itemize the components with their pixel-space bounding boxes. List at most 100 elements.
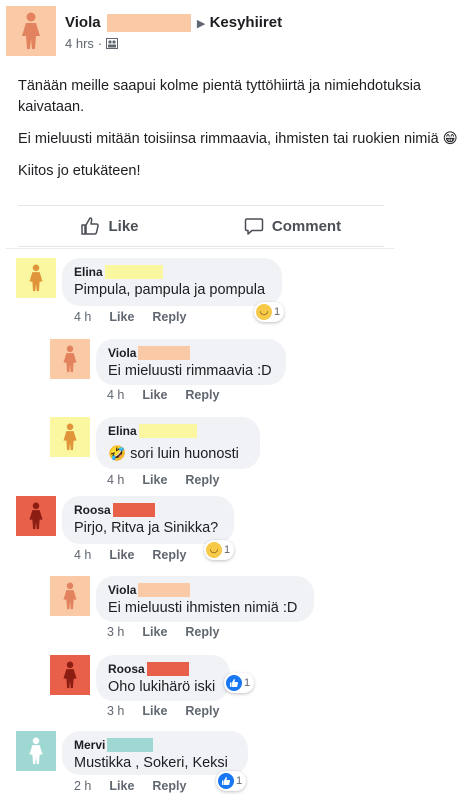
like-button[interactable]: Like bbox=[18, 206, 201, 246]
comment-reply-button[interactable]: Reply bbox=[152, 548, 186, 562]
comment-like-button[interactable]: Like bbox=[142, 473, 167, 487]
comment-reply: Viola Ei mieluusti ihmisten nimiä :D 3 h… bbox=[50, 576, 450, 642]
comment: Mervi Mustikka , Sokeri, Keksi 2 h Like … bbox=[16, 731, 456, 797]
poster-name-line: Viola ▶ Kesyhiiret bbox=[65, 14, 283, 33]
comment-reply-button[interactable]: Reply bbox=[152, 310, 186, 324]
commenter-name[interactable]: Viola bbox=[108, 583, 136, 597]
reaction-count: 1 bbox=[274, 306, 281, 318]
reaction-badge[interactable]: 1 bbox=[224, 673, 255, 693]
comment-time[interactable]: 4 h bbox=[74, 548, 91, 562]
commenter-avatar[interactable] bbox=[50, 339, 90, 379]
comment-bubble: Mervi Mustikka , Sokeri, Keksi bbox=[62, 731, 248, 775]
comment-like-button[interactable]: Like bbox=[142, 625, 167, 639]
redacted-surname bbox=[138, 583, 191, 597]
commenter-name[interactable]: Elina bbox=[108, 424, 137, 438]
post-body: Tänään meille saapui kolme pientä tyttöh… bbox=[18, 76, 458, 193]
commenter-avatar[interactable] bbox=[16, 496, 56, 536]
comment-time[interactable]: 4 h bbox=[107, 473, 124, 487]
comment-button[interactable]: Comment bbox=[201, 206, 384, 246]
like-reaction-icon bbox=[226, 675, 242, 691]
comment-like-button[interactable]: Like bbox=[109, 310, 134, 324]
comment-text: Pirjo, Ritva ja Sinikka? bbox=[74, 520, 219, 536]
triangle-right-icon: ▶ bbox=[196, 18, 206, 30]
redacted-surname bbox=[104, 265, 163, 279]
poster-avatar[interactable] bbox=[6, 6, 56, 56]
comment-like-button[interactable]: Like bbox=[109, 548, 134, 562]
comment-bubble: Roosa Oho lukihärö iski bbox=[96, 655, 230, 701]
comment-time[interactable]: 3 h bbox=[107, 704, 124, 718]
comment-actions: 4 h Like Reply bbox=[107, 388, 219, 402]
speech-bubble-icon bbox=[244, 218, 264, 235]
reaction-badge[interactable]: ◡ 1 bbox=[254, 302, 285, 322]
comment-reply: Elina 🤣 sori luin huonosti 4 h Like Repl… bbox=[50, 417, 450, 487]
commenter-name[interactable]: Viola bbox=[108, 346, 136, 360]
comment-text: Oho lukihärö iski bbox=[108, 679, 216, 695]
comment: Elina Pimpula, pampula ja pompula 4 h Li… bbox=[16, 258, 456, 328]
post-time[interactable]: 4 hrs bbox=[65, 36, 94, 51]
post-paragraph: Ei mieluusti mitään toisiinsa rimmaavia,… bbox=[18, 131, 458, 147]
comment-bubble: Viola Ei mieluusti ihmisten nimiä :D bbox=[96, 576, 314, 622]
person-female-icon bbox=[29, 502, 43, 530]
comment-reply-button[interactable]: Reply bbox=[185, 473, 219, 487]
person-female-icon bbox=[29, 737, 43, 765]
person-female-icon bbox=[22, 12, 40, 49]
comment-time[interactable]: 4 h bbox=[74, 310, 91, 324]
like-label: Like bbox=[108, 217, 139, 235]
comment-like-button[interactable]: Like bbox=[142, 704, 167, 718]
redacted-surname bbox=[106, 14, 191, 33]
reaction-badge[interactable]: ◡ 1 bbox=[204, 540, 235, 560]
laughing-emoji-icon: ◡ bbox=[206, 542, 222, 558]
comment-like-button[interactable]: Like bbox=[109, 779, 134, 793]
group-icon bbox=[106, 38, 119, 49]
commenter-name[interactable]: Elina bbox=[74, 265, 103, 279]
commenter-avatar[interactable] bbox=[50, 417, 90, 457]
commenter-name[interactable]: Roosa bbox=[108, 662, 145, 676]
post-action-bar: Like Comment bbox=[18, 205, 384, 247]
comment-reply-button[interactable]: Reply bbox=[185, 704, 219, 718]
post-header: Viola ▶ Kesyhiiret 4 hrs · bbox=[6, 6, 467, 62]
commenter-avatar[interactable] bbox=[50, 576, 90, 616]
commenter-name[interactable]: Roosa bbox=[74, 503, 111, 517]
person-female-icon bbox=[63, 423, 77, 451]
comment-bubble: Viola Ei mieluusti rimmaavia :D bbox=[96, 339, 286, 385]
like-reaction-icon bbox=[218, 773, 234, 789]
comment-bubble: Elina Pimpula, pampula ja pompula bbox=[62, 258, 282, 306]
comment-label: Comment bbox=[271, 217, 342, 235]
comment-time[interactable]: 3 h bbox=[107, 625, 124, 639]
post-paragraph: Tänään meille saapui kolme pientä tyttöh… bbox=[18, 78, 421, 115]
commenter-avatar[interactable] bbox=[16, 731, 56, 771]
commenter-avatar[interactable] bbox=[16, 258, 56, 298]
laughing-emoji-icon: ◡ bbox=[256, 304, 272, 320]
redacted-surname bbox=[138, 424, 197, 438]
comment-actions: 4 h Like Reply bbox=[107, 473, 219, 487]
redacted-surname bbox=[112, 503, 155, 517]
comment-bubble: Roosa Pirjo, Ritva ja Sinikka? bbox=[62, 496, 234, 544]
comment-like-button[interactable]: Like bbox=[142, 388, 167, 402]
comment-actions: 2 h Like Reply bbox=[74, 779, 186, 793]
person-female-icon bbox=[29, 264, 43, 292]
comment-reply-button[interactable]: Reply bbox=[185, 625, 219, 639]
comment-text: Mustikka , Sokeri, Keksi bbox=[74, 755, 228, 771]
comment-text: Pimpula, pampula ja pompula bbox=[74, 282, 266, 298]
comment-text: 🤣 sori luin huonosti bbox=[108, 446, 239, 462]
commenter-name[interactable]: Mervi bbox=[74, 738, 105, 752]
poster-name[interactable]: Viola bbox=[65, 14, 101, 31]
thumbs-up-icon bbox=[81, 217, 100, 235]
comment-text: Ei mieluusti rimmaavia :D bbox=[108, 363, 272, 379]
comment-reply-button[interactable]: Reply bbox=[152, 779, 186, 793]
group-name[interactable]: Kesyhiiret bbox=[210, 14, 283, 31]
post-meta: 4 hrs · bbox=[65, 36, 119, 51]
comment-time[interactable]: 4 h bbox=[107, 388, 124, 402]
comment-actions: 3 h Like Reply bbox=[107, 625, 219, 639]
reaction-badge[interactable]: 1 bbox=[216, 771, 247, 791]
comment-actions: 4 h Like Reply bbox=[74, 310, 186, 324]
commenter-avatar[interactable] bbox=[50, 655, 90, 695]
comment-reply-button[interactable]: Reply bbox=[185, 388, 219, 402]
person-female-icon bbox=[63, 582, 77, 610]
person-female-icon bbox=[63, 345, 77, 373]
divider bbox=[6, 248, 394, 249]
comment-reply: Viola Ei mieluusti rimmaavia :D 4 h Like… bbox=[50, 339, 450, 405]
redacted-surname bbox=[146, 662, 189, 676]
comment-time[interactable]: 2 h bbox=[74, 779, 91, 793]
reaction-count: 1 bbox=[224, 544, 231, 556]
